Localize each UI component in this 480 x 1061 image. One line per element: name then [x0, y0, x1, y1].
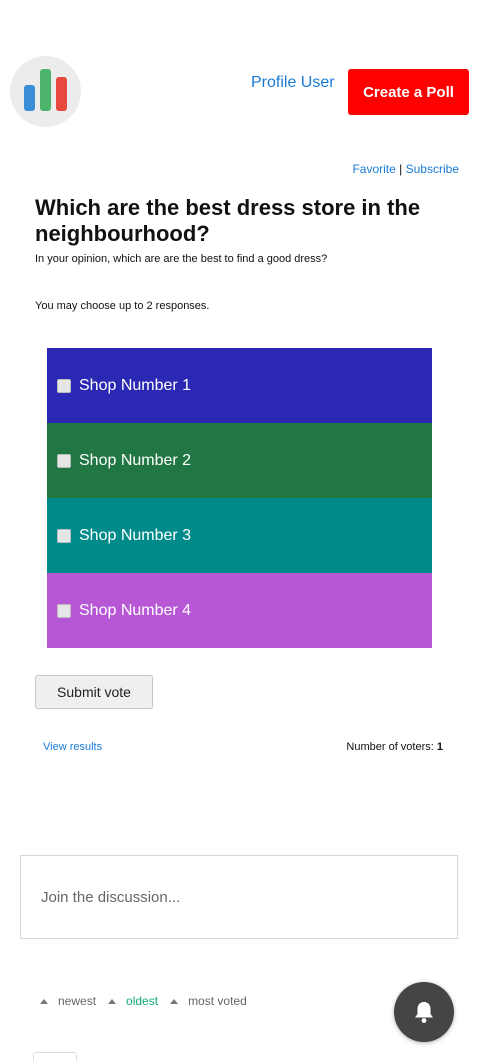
caret-up-icon — [108, 998, 117, 1004]
option-checkbox[interactable] — [57, 603, 71, 618]
bell-icon — [415, 1002, 433, 1023]
logo-bar-red — [56, 77, 67, 111]
favorite-link[interactable]: Favorite — [352, 162, 395, 176]
create-poll-button[interactable]: Create a Poll — [348, 69, 469, 115]
poll-question: Which are the best dress store in the ne… — [35, 195, 421, 246]
poll-option-3[interactable]: Shop Number 3 — [47, 498, 432, 573]
poll-description: In your opinion, which are are the best … — [35, 253, 328, 265]
sort-oldest[interactable]: oldest — [108, 994, 158, 1008]
comment-sort-bar: newest oldest most voted — [40, 994, 259, 1008]
sort-most-voted[interactable]: most voted — [170, 994, 247, 1008]
profile-user-link[interactable]: Profile User — [251, 74, 335, 92]
option-label: Shop Number 4 — [79, 601, 192, 619]
poll-option-1[interactable]: Shop Number 1 — [47, 348, 432, 423]
link-separator: | — [399, 162, 403, 176]
voter-count-label: Number of voters: — [346, 741, 434, 753]
poll-option-4[interactable]: Shop Number 4 — [47, 573, 432, 648]
option-checkbox[interactable] — [57, 378, 71, 393]
option-label: Shop Number 3 — [79, 526, 192, 544]
voter-count: Number of voters: 1 — [346, 741, 443, 753]
option-checkbox[interactable] — [57, 528, 71, 543]
poll-options: Shop Number 1 Shop Number 2 Shop Number … — [47, 348, 432, 648]
sort-newest[interactable]: newest — [40, 994, 96, 1008]
favorite-subscribe-row: Favorite | Subscribe — [352, 162, 459, 176]
caret-up-icon — [170, 998, 179, 1004]
logo-bar-blue — [24, 85, 35, 111]
option-label: Shop Number 2 — [79, 451, 192, 469]
view-results-link[interactable]: View results — [43, 741, 102, 753]
voter-count-value: 1 — [436, 741, 443, 753]
option-checkbox[interactable] — [57, 453, 71, 468]
subscribe-link[interactable]: Subscribe — [406, 162, 459, 176]
logo-bar-green — [40, 69, 51, 111]
sort-label: most voted — [188, 994, 247, 1008]
caret-up-icon — [40, 998, 48, 1004]
notifications-button[interactable] — [394, 982, 454, 1042]
option-label: Shop Number 1 — [79, 376, 192, 394]
submit-vote-button[interactable]: Submit vote — [35, 675, 153, 709]
sort-label: oldest — [126, 994, 159, 1008]
choose-limit-text: You may choose up to 2 responses. — [35, 300, 210, 312]
poll-option-2[interactable]: Shop Number 2 — [47, 423, 432, 498]
discussion-input[interactable]: Join the discussion... — [20, 855, 458, 939]
sort-label: newest — [58, 994, 97, 1008]
app-logo[interactable] — [10, 56, 81, 127]
